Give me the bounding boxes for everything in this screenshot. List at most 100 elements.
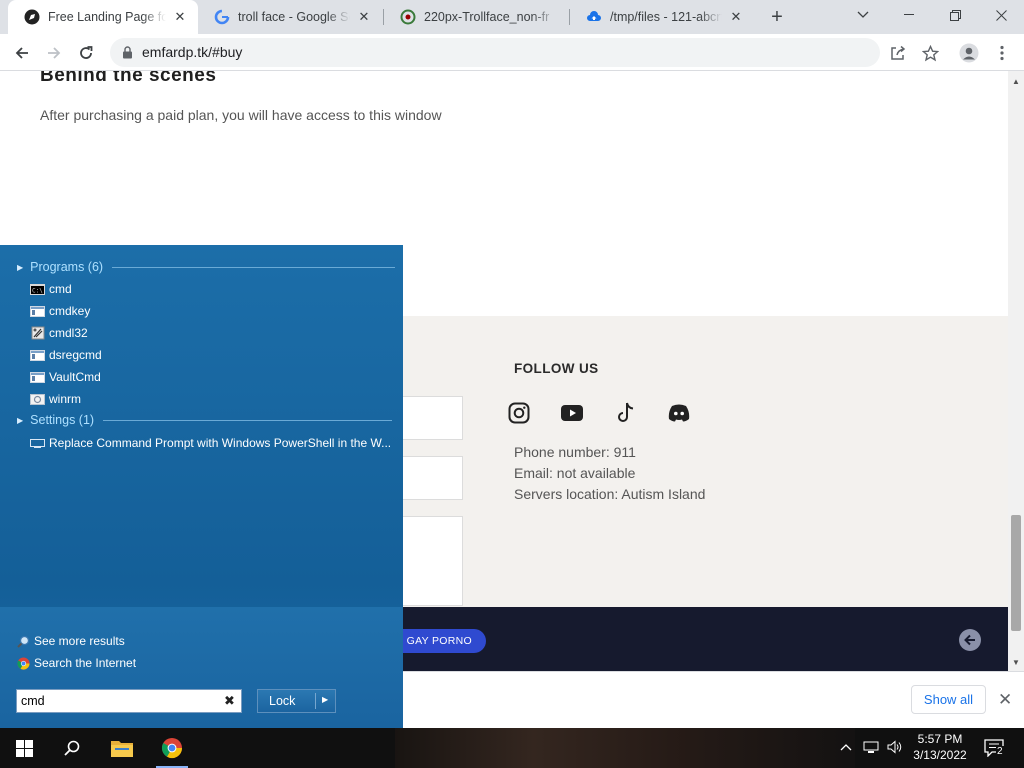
start-menu: ▶ Programs (6) C:\ cmd cmdkey cmdl32 dsr…: [0, 245, 403, 728]
new-tab-button[interactable]: +: [766, 6, 788, 28]
rocket-icon: [24, 9, 40, 25]
close-icon[interactable]: ✕: [998, 690, 1012, 710]
network-icon[interactable]: [863, 740, 879, 757]
contact-email: Email: not available: [514, 465, 636, 481]
programs-header-label: Programs (6): [30, 260, 104, 274]
program-label: dsregcmd: [49, 348, 102, 362]
tab-title: 220px-Trollface_non-fr: [424, 10, 550, 24]
app-window-icon: [30, 371, 45, 383]
program-label: winrm: [49, 392, 81, 406]
divider: [103, 419, 393, 421]
close-icon[interactable]: ✕: [356, 9, 372, 25]
search-internet-label: Search the Internet: [34, 656, 137, 670]
lock-button[interactable]: Lock ▶: [257, 689, 336, 713]
show-all-button[interactable]: Show all: [911, 685, 986, 714]
divider: [315, 693, 316, 709]
program-label: cmdl32: [49, 326, 88, 340]
search-icon: [17, 635, 30, 648]
start-search-box[interactable]: ✖: [16, 689, 242, 713]
restore-button[interactable]: [932, 0, 978, 30]
page-scrollbar[interactable]: ▲ ▼: [1008, 71, 1024, 671]
contact-servers: Servers location: Autism Island: [514, 486, 706, 502]
close-icon[interactable]: ✕: [728, 9, 744, 25]
address-bar[interactable]: emfardp.tk/#buy: [110, 38, 880, 67]
section-title: Behind the scenes: [40, 71, 217, 86]
settings-header-label: Settings (1): [30, 413, 95, 427]
google-icon: [214, 9, 230, 25]
desktop-wallpaper-strip: [395, 728, 855, 768]
bookmark-star-icon[interactable]: [916, 39, 944, 67]
scrollbar-thumb[interactable]: [1011, 515, 1021, 631]
cloud-upload-icon: [586, 9, 602, 25]
reload-button[interactable]: [72, 39, 100, 67]
clear-search-icon[interactable]: ✖: [224, 693, 235, 709]
arrow-left-icon[interactable]: [959, 629, 981, 651]
file-explorer-icon[interactable]: [110, 736, 134, 760]
section-text: After purchasing a paid plan, you will h…: [40, 107, 442, 123]
app-window-icon: [30, 349, 45, 361]
expand-triangle-icon: ▶: [17, 262, 24, 272]
console-icon: C:\: [30, 283, 45, 295]
menu-kebab-icon[interactable]: [988, 39, 1016, 67]
tab-title: troll face - Google Sear: [238, 10, 350, 24]
program-item-winrm[interactable]: winrm: [30, 389, 81, 409]
program-item-cmd[interactable]: C:\ cmd: [30, 279, 72, 299]
see-more-label: See more results: [34, 634, 125, 648]
scroll-down-icon[interactable]: ▼: [1008, 654, 1024, 670]
program-item-cmdl32[interactable]: cmdl32: [30, 323, 88, 343]
settings-label: Replace Command Prompt with Windows Powe…: [49, 436, 392, 450]
start-search-input[interactable]: [21, 693, 216, 709]
notification-count: 2: [996, 746, 1004, 757]
forward-button[interactable]: [40, 39, 68, 67]
search-icon[interactable]: [60, 736, 84, 760]
windows-start-icon[interactable]: [12, 736, 36, 760]
minimize-button[interactable]: [886, 0, 932, 30]
app-window-icon: [30, 305, 45, 317]
phone-book-icon: [30, 326, 45, 340]
discord-icon[interactable]: [667, 401, 691, 425]
programs-group-header[interactable]: ▶ Programs (6): [17, 258, 396, 276]
wikimedia-icon: [400, 9, 416, 25]
tab-tmp-files[interactable]: /tmp/files - 121-abcrfg ✕: [570, 0, 754, 34]
program-item-cmdkey[interactable]: cmdkey: [30, 301, 90, 321]
notification-center-icon[interactable]: 2: [982, 736, 1006, 760]
chevron-up-icon[interactable]: [840, 740, 852, 754]
back-button[interactable]: [8, 39, 36, 67]
lock-icon[interactable]: [122, 46, 133, 64]
program-label: cmdkey: [49, 304, 91, 318]
instagram-icon[interactable]: [507, 401, 531, 425]
settings-group-header[interactable]: ▶ Settings (1): [17, 411, 393, 429]
tab-strip: Free Landing Page for ✕ troll face - Goo…: [0, 0, 1024, 34]
contact-phone: Phone number: 911: [514, 444, 636, 460]
taskbar-clock[interactable]: 5:57 PM 3/13/2022: [910, 731, 970, 763]
tab-search-button[interactable]: [840, 0, 886, 30]
settings-item-replace-cmd[interactable]: Replace Command Prompt with Windows Powe…: [30, 433, 391, 453]
svg-text:C:\: C:\: [32, 287, 43, 294]
tab-google-search[interactable]: troll face - Google Sear ✕: [198, 0, 382, 34]
program-item-dsregcmd[interactable]: dsregcmd: [30, 345, 102, 365]
volume-icon[interactable]: [887, 740, 903, 757]
tab-landing-page[interactable]: Free Landing Page for ✕: [8, 0, 198, 34]
expand-triangle-icon: ▶: [17, 415, 24, 425]
caret-right-icon[interactable]: ▶: [322, 695, 328, 704]
program-item-vaultcmd[interactable]: VaultCmd: [30, 367, 101, 387]
close-window-button[interactable]: [978, 0, 1024, 30]
chrome-icon: [17, 657, 30, 670]
share-button[interactable]: [884, 39, 912, 67]
divider: [112, 266, 396, 268]
scroll-up-icon[interactable]: ▲: [1008, 73, 1024, 89]
tab-trollface-image[interactable]: 220px-Trollface_non-fr: [384, 0, 568, 34]
search-internet-link[interactable]: Search the Internet: [17, 654, 136, 672]
clock-time: 5:57 PM: [917, 732, 963, 746]
youtube-icon[interactable]: [560, 401, 584, 425]
program-label: VaultCmd: [49, 370, 101, 384]
tiktok-icon[interactable]: [614, 401, 638, 425]
follow-us-heading: FOLLOW US: [514, 361, 599, 376]
url-text: emfardp.tk/#buy: [142, 44, 243, 60]
close-icon[interactable]: ✕: [172, 9, 188, 25]
taskbar: 5:57 PM 3/13/2022 2: [0, 728, 1024, 768]
chrome-icon[interactable]: [160, 736, 184, 760]
monitor-icon: [30, 437, 45, 449]
see-more-results-link[interactable]: See more results: [17, 632, 125, 650]
profile-avatar-icon[interactable]: [955, 39, 983, 67]
